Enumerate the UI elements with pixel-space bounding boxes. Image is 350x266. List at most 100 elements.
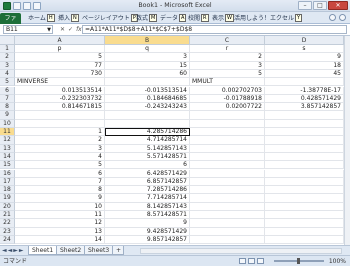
cell-c10[interactable] bbox=[190, 119, 265, 128]
row-header[interactable]: 18 bbox=[0, 186, 15, 195]
cell-b14[interactable]: 5.571428571 bbox=[105, 152, 190, 162]
row-header[interactable]: 15 bbox=[0, 161, 15, 170]
cell-a10[interactable] bbox=[15, 119, 105, 128]
cell-d16[interactable] bbox=[265, 169, 344, 178]
cell-c17[interactable] bbox=[190, 177, 265, 187]
row-header[interactable]: 6 bbox=[0, 86, 15, 95]
cell-c6[interactable]: 0.002702703 bbox=[190, 86, 265, 95]
insert-sheet-icon[interactable]: + bbox=[112, 246, 124, 255]
cell-b18[interactable]: 7.285714286 bbox=[105, 186, 190, 195]
cell-c4[interactable]: 5 bbox=[190, 69, 265, 79]
cell-b2[interactable]: 3 bbox=[105, 53, 190, 62]
cell-a2[interactable]: 5 bbox=[15, 53, 105, 62]
cell-b20[interactable]: 8.142857143 bbox=[105, 202, 190, 211]
cell-a24[interactable]: 14 bbox=[15, 235, 105, 245]
cell-c23[interactable] bbox=[190, 227, 265, 236]
cell-a1[interactable]: p bbox=[15, 45, 105, 54]
row-header[interactable]: 7 bbox=[0, 94, 15, 104]
cell-a9[interactable] bbox=[15, 111, 105, 120]
cell-c12[interactable] bbox=[190, 136, 265, 145]
cell-b13[interactable]: 5.142857143 bbox=[105, 144, 190, 153]
cell-a22[interactable]: 12 bbox=[15, 219, 105, 228]
cell-b23[interactable]: 9.428571429 bbox=[105, 227, 190, 236]
cell-b3[interactable]: 15 bbox=[105, 61, 190, 70]
cell-b11[interactable]: 4.285714286 bbox=[105, 128, 190, 137]
row-header[interactable]: 4 bbox=[0, 69, 15, 79]
cell-d9[interactable] bbox=[265, 111, 344, 120]
chevron-down-icon[interactable]: ▼ bbox=[47, 26, 51, 34]
cell-c1[interactable]: r bbox=[190, 45, 265, 54]
minimize-button[interactable]: – bbox=[298, 1, 312, 10]
tab-page-layout[interactable]: ページレイアウト P bbox=[80, 13, 140, 24]
row-header[interactable]: 9 bbox=[0, 111, 15, 120]
cell-a21[interactable]: 11 bbox=[15, 211, 105, 220]
cell-c2[interactable]: 2 bbox=[190, 53, 265, 62]
cell-c24[interactable] bbox=[190, 235, 265, 245]
cell-a6[interactable]: 0.013513514 bbox=[15, 86, 105, 95]
insert-function-button[interactable]: fx bbox=[76, 25, 82, 34]
cell-b16[interactable]: 6.428571429 bbox=[105, 169, 190, 178]
page-layout-view-icon[interactable] bbox=[248, 258, 255, 264]
row-header[interactable]: 10 bbox=[0, 119, 15, 128]
name-box[interactable]: B11 ▼ bbox=[3, 25, 53, 34]
column-header-a[interactable]: A bbox=[15, 36, 105, 45]
cell-d10[interactable] bbox=[265, 119, 344, 128]
row-header[interactable]: 16 bbox=[0, 169, 15, 178]
row-header[interactable]: 5 bbox=[0, 78, 15, 87]
cell-c8[interactable]: 0.02007722 bbox=[190, 103, 265, 112]
row-header[interactable]: 14 bbox=[0, 152, 15, 162]
formula-input[interactable]: =A11*A11*$D$8+A11*$C$7+$D$8 bbox=[82, 25, 347, 34]
cell-c20[interactable] bbox=[190, 202, 265, 211]
cell-b22[interactable]: 9 bbox=[105, 219, 190, 228]
cell-c3[interactable]: 3 bbox=[190, 61, 265, 70]
close-button[interactable]: ✕ bbox=[328, 1, 348, 10]
zoom-slider-knob[interactable] bbox=[297, 258, 300, 264]
cell-d1[interactable]: s bbox=[265, 45, 344, 54]
cell-d18[interactable] bbox=[265, 186, 344, 195]
cell-d22[interactable] bbox=[265, 219, 344, 228]
horizontal-scrollbar[interactable] bbox=[140, 248, 342, 254]
cell-a12[interactable]: 2 bbox=[15, 136, 105, 145]
cell-b5[interactable] bbox=[105, 78, 190, 87]
cell-d19[interactable] bbox=[265, 194, 344, 203]
cell-a7[interactable]: -0.232303732 bbox=[15, 94, 105, 104]
cell-d4[interactable]: 45 bbox=[265, 69, 344, 79]
cell-d24[interactable] bbox=[265, 235, 344, 245]
cell-d13[interactable] bbox=[265, 144, 344, 153]
help-icon[interactable] bbox=[339, 14, 346, 21]
cell-a13[interactable]: 3 bbox=[15, 144, 105, 153]
row-header[interactable]: 23 bbox=[0, 227, 15, 236]
tab-data[interactable]: データ A bbox=[158, 13, 188, 24]
tab-file[interactable]: ファイルF bbox=[0, 13, 21, 44]
cell-b6[interactable]: -0.013513514 bbox=[105, 86, 190, 95]
cell-b7[interactable]: 0.184684685 bbox=[105, 94, 190, 104]
cell-d23[interactable] bbox=[265, 227, 344, 236]
cell-d7[interactable]: 0.428571429 bbox=[265, 94, 344, 104]
cell-d8[interactable]: 3.857142857 bbox=[265, 103, 344, 112]
cell-c22[interactable] bbox=[190, 219, 265, 228]
column-header-b[interactable]: B bbox=[105, 36, 190, 45]
sheet-tab-3[interactable]: Sheet3 bbox=[84, 246, 114, 255]
cell-b12[interactable]: 4.714285714 bbox=[105, 136, 190, 145]
cell-a19[interactable]: 9 bbox=[15, 194, 105, 203]
tab-katsuyou-excel[interactable]: 活用しよう！エクセル Y bbox=[232, 13, 304, 24]
row-header[interactable]: 24 bbox=[0, 235, 15, 245]
row-header[interactable]: 12 bbox=[0, 136, 15, 145]
cell-c21[interactable] bbox=[190, 211, 265, 220]
row-header[interactable]: 1 bbox=[0, 45, 15, 54]
normal-view-icon[interactable] bbox=[239, 258, 246, 264]
row-header[interactable]: 13 bbox=[0, 144, 15, 153]
cell-b8[interactable]: -0.243243243 bbox=[105, 103, 190, 112]
page-break-view-icon[interactable] bbox=[257, 258, 264, 264]
column-header-d[interactable]: D bbox=[265, 36, 344, 45]
cell-c19[interactable] bbox=[190, 194, 265, 203]
cell-c14[interactable] bbox=[190, 152, 265, 162]
cell-a5[interactable]: MINVERSE bbox=[15, 78, 105, 87]
worksheet-grid[interactable]: A B C D 1 p q r s 2 5 3 2 9 3 77 15 3 18 4 730 60 5 45 5 MINV… bbox=[0, 36, 350, 245]
row-header[interactable]: 2 bbox=[0, 53, 15, 62]
cell-d11[interactable] bbox=[265, 128, 344, 137]
cell-b19[interactable]: 7.714285714 bbox=[105, 194, 190, 203]
tab-formulas[interactable]: 数式 M bbox=[134, 13, 159, 24]
row-header[interactable]: 21 bbox=[0, 211, 15, 220]
cell-a15[interactable]: 5 bbox=[15, 161, 105, 170]
